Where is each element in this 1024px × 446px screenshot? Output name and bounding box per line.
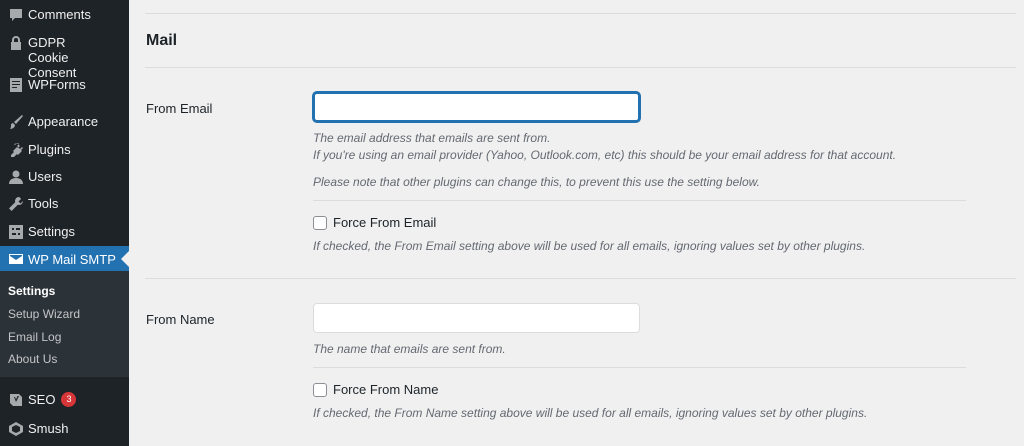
- force-from-email-label[interactable]: Force From Email: [333, 215, 436, 230]
- sidebar-item-label: Tools: [28, 196, 59, 211]
- sidebar-item-gdpr[interactable]: GDPR Cookie Consent: [0, 35, 129, 80]
- from-email-label: From Email: [146, 101, 213, 116]
- sidebar-item-label: Appearance: [28, 114, 99, 129]
- sidebar-item-label: Smush: [28, 421, 69, 436]
- sidebar-item-label: Settings: [28, 224, 75, 239]
- user-icon: [0, 169, 28, 185]
- wrench-icon: [0, 196, 28, 212]
- sidebar-item-label: WP Mail SMTP: [28, 251, 116, 267]
- force-from-name-description: If checked, the From Name setting above …: [313, 406, 868, 420]
- submenu-item-setup-wizard[interactable]: Setup Wizard: [8, 307, 80, 321]
- notification-badge: 3: [61, 392, 77, 407]
- sidebar-item-smush[interactable]: Smush: [0, 421, 129, 437]
- sidebar-item-seo[interactable]: SEO 3: [0, 392, 129, 408]
- force-from-email-row: Force From Email: [313, 215, 436, 230]
- submenu-item-settings[interactable]: Settings: [8, 284, 55, 298]
- plug-icon: [0, 142, 28, 158]
- section-title: Mail: [146, 32, 178, 49]
- divider: [145, 67, 1016, 68]
- sidebar-item-label: WPForms: [28, 77, 86, 92]
- sidebar-item-label: SEO: [28, 392, 56, 407]
- lock-icon: [0, 35, 28, 51]
- divider: [145, 13, 1016, 14]
- sidebar-item-comments[interactable]: Comments: [0, 7, 129, 23]
- force-from-name-label[interactable]: Force From Name: [333, 382, 438, 397]
- sidebar-item-wp-mail-smtp[interactable]: WP Mail SMTP: [0, 246, 129, 272]
- brush-icon: [0, 114, 28, 130]
- sidebar-item-label: GDPR Cookie Consent: [28, 35, 77, 80]
- form-icon: [0, 77, 28, 93]
- divider: [313, 367, 966, 368]
- from-name-label: From Name: [146, 312, 215, 327]
- from-name-input[interactable]: [313, 303, 640, 333]
- force-from-email-description: If checked, the From Email setting above…: [313, 239, 866, 253]
- sidebar-item-label: Comments: [28, 7, 91, 22]
- from-name-description: The name that emails are sent from.: [313, 342, 506, 356]
- sidebar-item-plugins[interactable]: Plugins: [0, 142, 129, 158]
- settings-content: Mail From Email The email address that e…: [129, 0, 1024, 446]
- settings-icon: [0, 224, 28, 240]
- mail-icon: [0, 251, 28, 267]
- submenu-item-about-us[interactable]: About Us: [8, 352, 57, 366]
- from-email-note: Please note that other plugins can chang…: [313, 175, 760, 189]
- sidebar-item-settings[interactable]: Settings: [0, 224, 129, 240]
- force-from-name-checkbox[interactable]: [313, 382, 327, 397]
- sidebar-item-label: Plugins: [28, 142, 71, 157]
- divider: [313, 200, 966, 201]
- submenu-item-email-log[interactable]: Email Log: [8, 330, 61, 344]
- sidebar-item-tools[interactable]: Tools: [0, 196, 129, 212]
- from-email-input[interactable]: [313, 92, 640, 122]
- sidebar-item-wpforms[interactable]: WPForms: [0, 77, 129, 93]
- from-email-description: The email address that emails are sent f…: [313, 131, 551, 145]
- admin-sidebar: Comments GDPR Cookie Consent WPForms App…: [0, 0, 129, 446]
- sidebar-item-users[interactable]: Users: [0, 169, 129, 185]
- wp-mail-smtp-submenu: Settings Setup Wizard Email Log About Us: [0, 271, 129, 377]
- comment-icon: [0, 7, 28, 23]
- yoast-icon: [0, 392, 28, 408]
- force-from-email-checkbox[interactable]: [313, 215, 327, 230]
- force-from-name-row: Force From Name: [313, 382, 438, 397]
- sidebar-item-label: Users: [28, 169, 62, 184]
- sidebar-item-appearance[interactable]: Appearance: [0, 114, 129, 130]
- smush-icon: [0, 421, 28, 437]
- divider: [145, 278, 1016, 279]
- from-email-description-provider: If you're using an email provider (Yahoo…: [313, 148, 897, 162]
